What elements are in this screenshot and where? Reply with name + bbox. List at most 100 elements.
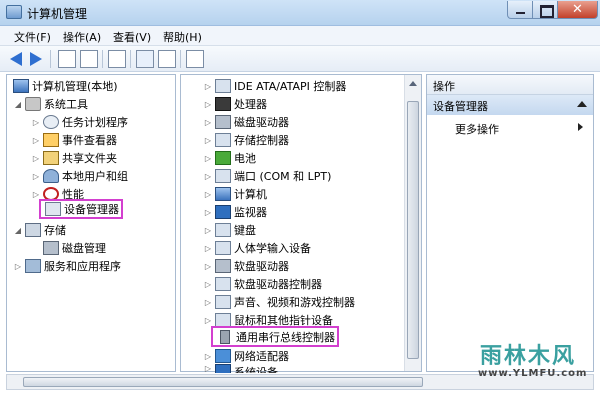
disk-drive-icon bbox=[215, 115, 231, 129]
floppy-drive-icon bbox=[215, 259, 231, 273]
tree-item-task-scheduler[interactable]: ▷ 任务计划程序 bbox=[31, 113, 128, 131]
collapsed-icon[interactable]: ▷ bbox=[31, 172, 41, 181]
device-mice[interactable]: ▷ 鼠标和其他指针设备 bbox=[203, 311, 333, 329]
navigation-tree: 计算机管理(本地) ◢ 系统工具 ▷ 任务计划程序 ▷ 事件查看器 ▷ 共享文件… bbox=[6, 74, 176, 372]
watermark-logo: 雨林木风 www.YLMFU.com bbox=[478, 344, 588, 379]
menu-action[interactable]: 操作(A) bbox=[63, 29, 101, 45]
expanded-icon[interactable]: ◢ bbox=[13, 226, 23, 235]
device-disk-drives[interactable]: ▷ 磁盘驱动器 bbox=[203, 113, 289, 131]
collapsed-icon[interactable]: ▷ bbox=[203, 316, 213, 325]
collapsed-icon[interactable]: ▷ bbox=[203, 280, 213, 289]
forward-icon[interactable] bbox=[30, 52, 42, 66]
floppy-controller-icon bbox=[215, 277, 231, 291]
toolbar bbox=[0, 46, 600, 72]
collapsed-icon[interactable]: ▷ bbox=[31, 136, 41, 145]
collapsed-icon[interactable]: ▷ bbox=[31, 190, 41, 199]
collapsed-icon[interactable]: ▷ bbox=[31, 118, 41, 127]
actions-header: 操作 bbox=[427, 75, 593, 95]
collapsed-icon[interactable]: ▷ bbox=[203, 118, 213, 127]
scroll-up-icon[interactable] bbox=[409, 81, 417, 86]
device-floppy-drives[interactable]: ▷ 软盘驱动器 bbox=[203, 257, 289, 275]
collapsed-icon[interactable]: ▷ bbox=[203, 190, 213, 199]
collapsed-icon[interactable]: ▷ bbox=[203, 226, 213, 235]
collapsed-icon[interactable]: ▷ bbox=[203, 352, 213, 361]
scan-hardware-icon[interactable] bbox=[186, 50, 204, 68]
close-button[interactable]: ✕ bbox=[558, 1, 598, 19]
collapsed-icon[interactable]: ▷ bbox=[203, 136, 213, 145]
port-icon bbox=[215, 169, 231, 183]
collapsed-icon[interactable]: ▷ bbox=[203, 154, 213, 163]
collapsed-icon[interactable]: ▷ bbox=[203, 172, 213, 181]
up-folder-icon[interactable] bbox=[58, 50, 76, 68]
event-viewer-icon bbox=[43, 133, 59, 147]
collapsed-icon[interactable]: ▷ bbox=[203, 244, 213, 253]
back-icon[interactable] bbox=[10, 52, 22, 66]
maximize-button[interactable] bbox=[533, 1, 558, 19]
device-computer[interactable]: ▷ 计算机 bbox=[203, 185, 267, 203]
collapsed-icon[interactable]: ▷ bbox=[203, 298, 213, 307]
device-ports[interactable]: ▷ 端口 (COM 和 LPT) bbox=[203, 167, 331, 185]
title-bar: 计算机管理 ✕ bbox=[0, 0, 600, 26]
network-adapter-icon bbox=[215, 349, 231, 363]
menu-help[interactable]: 帮助(H) bbox=[163, 29, 202, 45]
scrollbar-thumb[interactable] bbox=[23, 377, 423, 387]
disk-icon bbox=[43, 241, 59, 255]
device-ide[interactable]: ▷ IDE ATA/ATAPI 控制器 bbox=[203, 77, 346, 95]
device-hid[interactable]: ▷ 人体学输入设备 bbox=[203, 239, 311, 257]
ide-controller-icon bbox=[215, 79, 231, 93]
tree-item-device-manager[interactable]: 设备管理器 bbox=[39, 199, 123, 219]
performance-icon bbox=[43, 187, 59, 201]
close-icon: ✕ bbox=[572, 2, 583, 17]
properties-icon[interactable] bbox=[108, 50, 126, 68]
users-icon bbox=[43, 169, 59, 183]
hid-icon bbox=[215, 241, 231, 255]
system-device-icon bbox=[215, 364, 231, 373]
tree-item-services-apps[interactable]: ▷ 服务和应用程序 bbox=[13, 257, 121, 275]
collapse-icon[interactable] bbox=[577, 101, 587, 107]
device-usb-controllers[interactable]: 通用串行总线控制器 bbox=[211, 326, 339, 347]
show-hide-tree-icon[interactable] bbox=[80, 50, 98, 68]
mouse-icon bbox=[215, 313, 231, 327]
device-list: ▷ IDE ATA/ATAPI 控制器 ▷ 处理器 ▷ 磁盘驱动器 ▷ 存储控制器 ▷ 电… bbox=[180, 74, 422, 373]
shared-folder-icon bbox=[43, 151, 59, 165]
device-monitors[interactable]: ▷ 监视器 bbox=[203, 203, 267, 221]
tree-item-computer-management[interactable]: 计算机管理(本地) bbox=[11, 77, 118, 95]
menu-view[interactable]: 查看(V) bbox=[113, 29, 151, 45]
collapsed-icon[interactable]: ▷ bbox=[203, 262, 213, 271]
device-battery[interactable]: ▷ 电池 bbox=[203, 149, 256, 167]
collapsed-icon[interactable]: ▷ bbox=[203, 208, 213, 217]
menu-file[interactable]: 文件(F) bbox=[14, 29, 51, 45]
device-keyboards[interactable]: ▷ 键盘 bbox=[203, 221, 256, 239]
tree-item-system-tools[interactable]: ◢ 系统工具 bbox=[13, 95, 88, 113]
collapsed-icon[interactable]: ▷ bbox=[203, 100, 213, 109]
tools-icon bbox=[25, 97, 41, 111]
device-manager-icon bbox=[45, 202, 61, 216]
device-system[interactable]: ▷ 系统设备 bbox=[203, 364, 278, 373]
device-sound[interactable]: ▷ 声音、视频和游戏控制器 bbox=[203, 293, 355, 311]
collapsed-icon[interactable]: ▷ bbox=[13, 262, 23, 271]
more-actions-link[interactable]: 更多操作 bbox=[455, 121, 499, 137]
collapsed-icon[interactable]: ▷ bbox=[31, 154, 41, 163]
minimize-button[interactable] bbox=[507, 1, 533, 19]
device-network-adapters[interactable]: ▷ 网络适配器 bbox=[203, 347, 289, 365]
tree-item-local-users[interactable]: ▷ 本地用户和组 bbox=[31, 167, 128, 185]
clock-icon bbox=[43, 115, 59, 129]
actions-section-device-manager[interactable]: 设备管理器 bbox=[427, 95, 593, 115]
expanded-icon[interactable]: ◢ bbox=[13, 100, 23, 109]
show-action-pane-icon[interactable] bbox=[158, 50, 176, 68]
tree-item-storage[interactable]: ◢ 存储 bbox=[13, 221, 66, 239]
help-icon[interactable] bbox=[136, 50, 154, 68]
scrollbar-thumb[interactable] bbox=[407, 101, 419, 359]
computer-management-icon bbox=[6, 5, 22, 19]
device-floppy-controllers[interactable]: ▷ 软盘驱动器控制器 bbox=[203, 275, 322, 293]
tree-item-disk-management[interactable]: 磁盘管理 bbox=[41, 239, 106, 257]
tree-item-shared-folders[interactable]: ▷ 共享文件夹 bbox=[31, 149, 117, 167]
device-storage-controllers[interactable]: ▷ 存储控制器 bbox=[203, 131, 289, 149]
collapsed-icon[interactable]: ▷ bbox=[203, 82, 213, 91]
sound-icon bbox=[215, 295, 231, 309]
tree-item-event-viewer[interactable]: ▷ 事件查看器 bbox=[31, 131, 117, 149]
menu-bar: 文件(F) 操作(A) 查看(V) 帮助(H) bbox=[0, 26, 600, 46]
collapsed-icon[interactable]: ▷ bbox=[203, 364, 213, 373]
device-processor[interactable]: ▷ 处理器 bbox=[203, 95, 267, 113]
vertical-scrollbar[interactable] bbox=[404, 75, 421, 371]
